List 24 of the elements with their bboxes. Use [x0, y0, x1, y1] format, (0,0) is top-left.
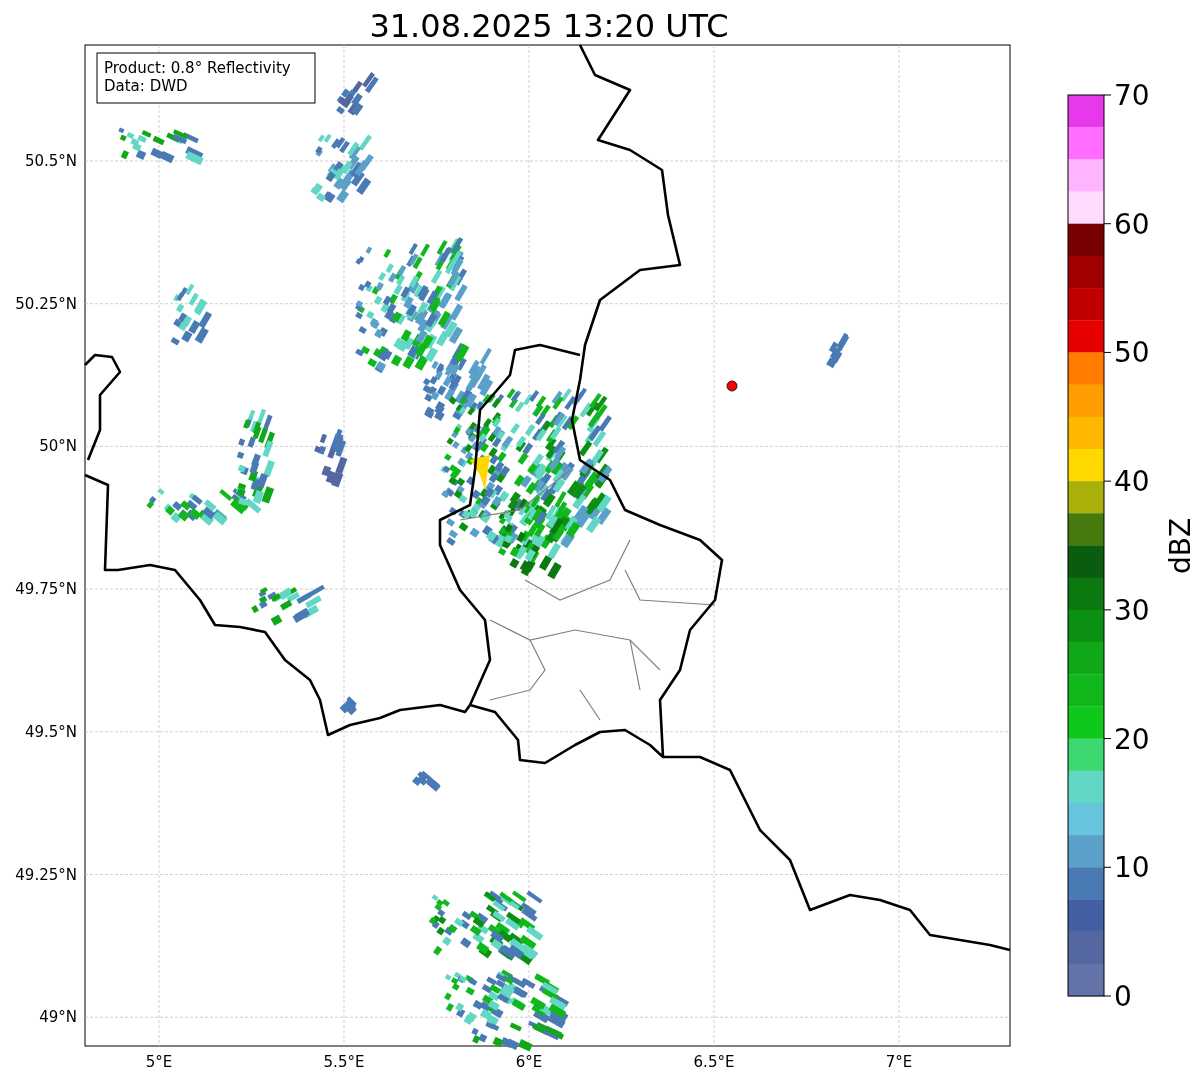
- axis-tick-label: 6°E: [515, 1053, 543, 1071]
- info-text: Data: DWD: [104, 77, 188, 95]
- colorbar-tick-label: 30: [1114, 593, 1150, 627]
- colorbar-tick-label: 70: [1114, 79, 1150, 112]
- axis-tick-label: 49.75°N: [15, 580, 77, 599]
- colorbar-tick-label: 10: [1114, 851, 1150, 885]
- axis-tick-label: 49°N: [39, 1008, 77, 1027]
- axis-tick-label: 5.5°E: [323, 1053, 365, 1071]
- colorbar-tick-label: 60: [1114, 207, 1150, 241]
- colorbar-label: dBZ: [1164, 517, 1197, 575]
- axis-tick-label: 50.25°N: [15, 294, 77, 313]
- colorbar-tick-label: 50: [1114, 336, 1150, 370]
- chart-title: 31.08.2025 13:20 UTC: [369, 7, 729, 45]
- axis-tick-label: 6.5°E: [693, 1053, 735, 1071]
- axis-tick-label: 49.25°N: [15, 865, 77, 884]
- info-text: Product: 0.8° Reflectivity: [104, 59, 291, 77]
- colorbar-tick-label: 20: [1114, 722, 1150, 756]
- axis-tick-label: 50°N: [39, 437, 77, 456]
- colorbar-tick-label: 40: [1114, 465, 1150, 499]
- axis-tick-label: 50.5°N: [24, 152, 77, 170]
- axis-tick-label: 7°E: [885, 1053, 913, 1071]
- colorbar-tick-label: 0: [1114, 980, 1132, 1013]
- axis-tick-label: 49.5°N: [24, 722, 77, 741]
- axis-tick-label: 5°E: [145, 1053, 173, 1071]
